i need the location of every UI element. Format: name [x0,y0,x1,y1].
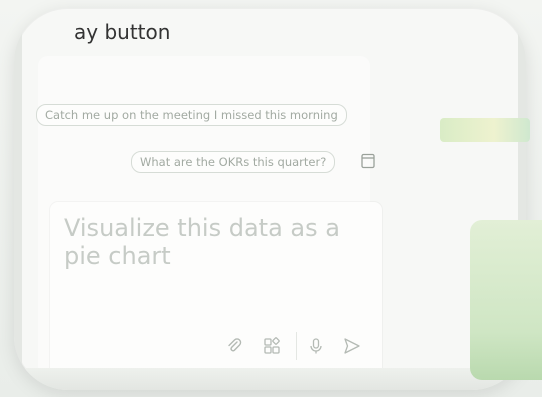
paperclip-icon[interactable] [224,336,244,356]
suggestion-chip-okrs[interactable]: What are the OKRs this quarter? [131,151,336,173]
compose-box[interactable]: Visualize this data as a pie chart [50,202,382,378]
green-accent-shape [470,220,542,380]
screenshot-canvas: ay button Catch me up on the meeting I m… [0,0,542,397]
left-edge [14,8,22,390]
compose-input[interactable]: Visualize this data as a pie chart [64,214,364,270]
apps-icon[interactable] [262,336,282,356]
chat-panel: ay button Catch me up on the meeting I m… [14,8,526,390]
page-title: ay button [74,20,171,44]
notebook-icon[interactable] [360,153,376,169]
green-accent-bar [440,118,530,142]
send-icon[interactable] [342,336,362,356]
microphone-icon[interactable] [306,336,326,356]
suggestion-chip-catch-up[interactable]: Catch me up on the meeting I missed this… [36,104,347,126]
toolbar-divider [296,332,297,360]
bottom-edge [14,368,526,390]
